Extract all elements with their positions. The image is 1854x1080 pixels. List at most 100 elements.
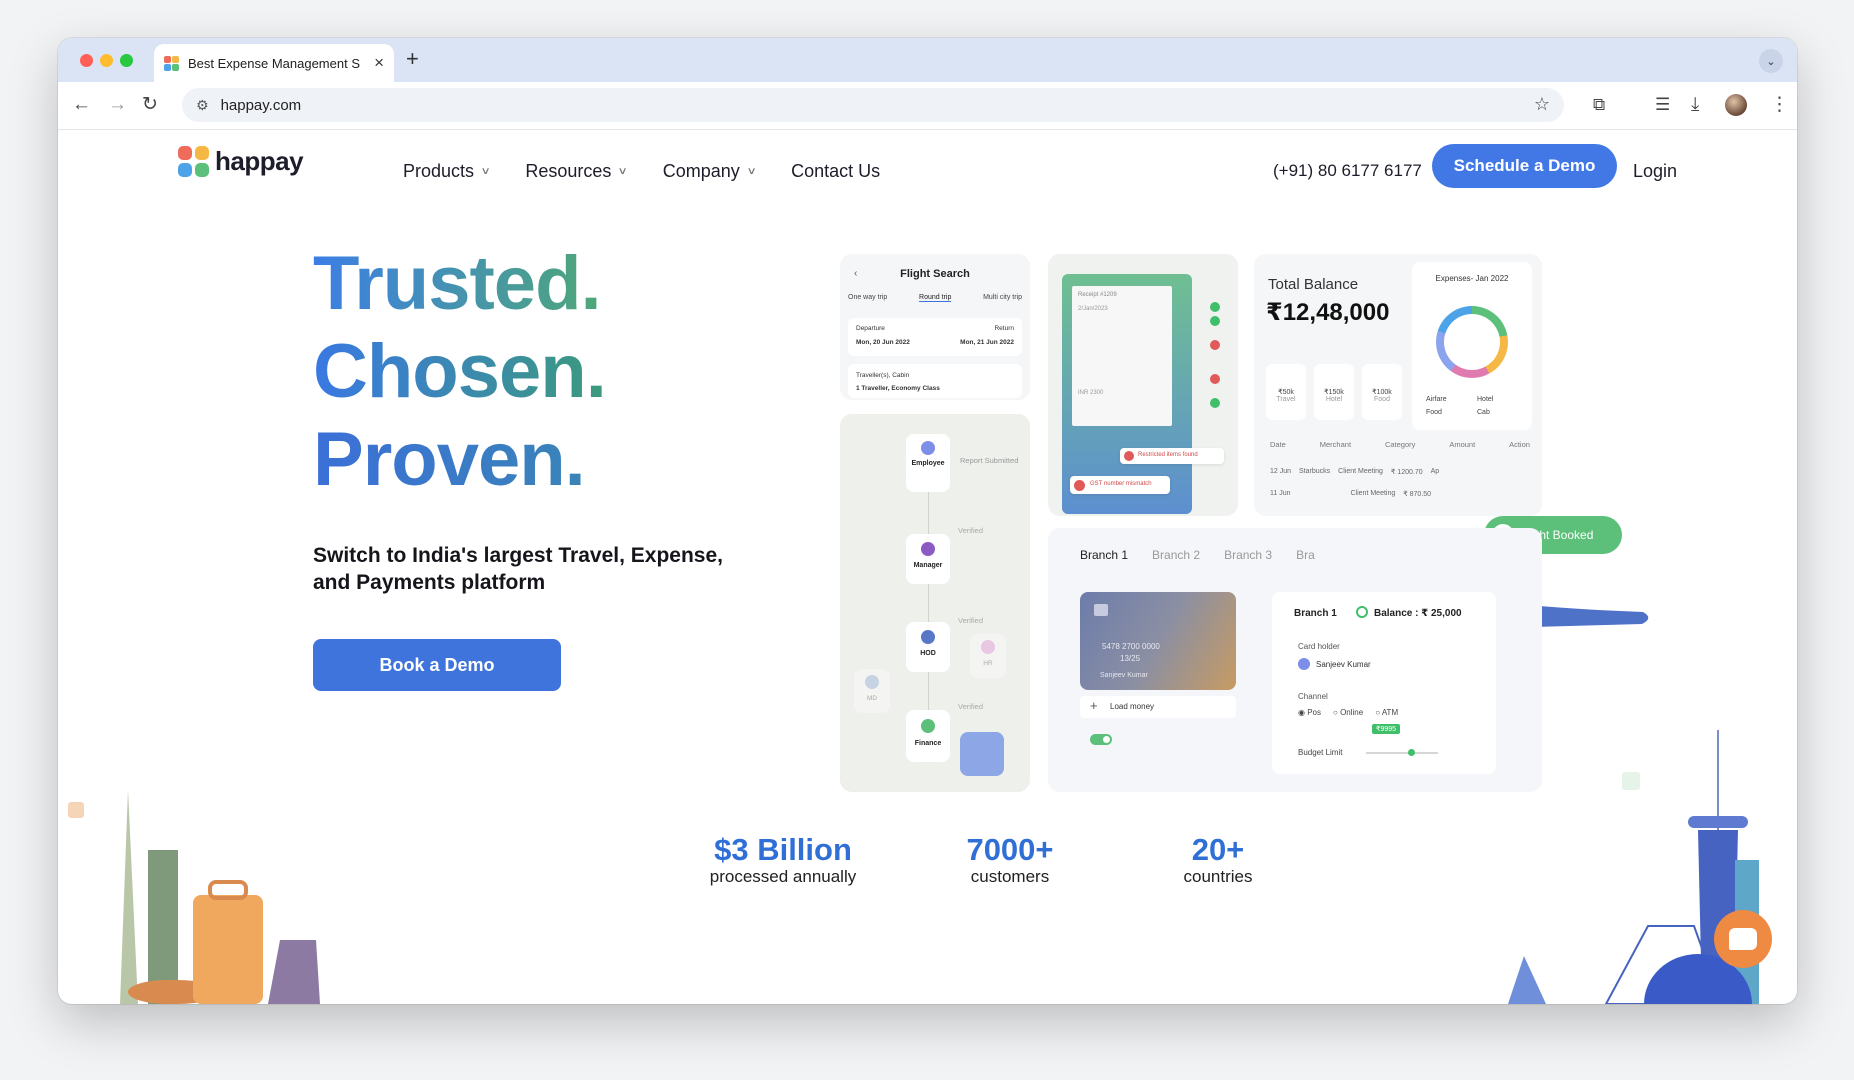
budget-slider[interactable]	[1366, 752, 1438, 754]
row-action: Ap	[1430, 468, 1440, 475]
total-balance-card: Total Balance ₹12,48,000 ₹50k Travel ₹150…	[1254, 254, 1542, 516]
receipt-number: Receipt #1209	[1078, 292, 1117, 298]
main-nav: Products ∨ Resources ∨ Company ∨ Contact Us	[403, 161, 880, 182]
alert-text: Restricted items found	[1138, 452, 1198, 458]
url-text: happay.com	[220, 96, 302, 114]
column-header: Action	[1509, 440, 1530, 449]
download-icon[interactable]: ⤓	[1691, 93, 1699, 117]
alert-gst-mismatch: GST number mismatch	[1070, 476, 1170, 494]
browser-tab[interactable]: Best Expense Management S ×	[154, 44, 394, 82]
corporate-card-image: 5478 2700 0000 13/25 Sanjeev Kumar	[1080, 592, 1236, 690]
stat-processed: $3 Billion processed annually	[708, 834, 858, 888]
nav-label: Company	[662, 161, 740, 181]
login-link[interactable]: Login	[1633, 161, 1677, 182]
zoom-window-button[interactable]	[120, 54, 133, 67]
traveller-field[interactable]: Traveller(s), Cabin 1 Traveller, Economy…	[848, 364, 1022, 398]
date-fields[interactable]: Departure Mon, 20 Jun 2022 Return Mon, 2…	[848, 318, 1022, 356]
close-tab-icon[interactable]: ×	[374, 53, 384, 73]
city-illustration-left	[68, 790, 320, 1004]
check-icon	[1210, 302, 1220, 312]
tab-branch-4[interactable]: Bra	[1296, 548, 1315, 562]
tab-branch-3[interactable]: Branch 3	[1224, 548, 1272, 562]
plus-icon: +	[1090, 698, 1098, 713]
check-icon	[1210, 398, 1220, 408]
tab-branch-1[interactable]: Branch 1	[1080, 548, 1128, 562]
traveller-value: 1 Traveller, Economy Class	[856, 385, 940, 392]
new-tab-icon[interactable]: +	[406, 46, 419, 72]
profile-avatar[interactable]	[1725, 94, 1747, 116]
hero-subtitle: Switch to India's largest Travel, Expens…	[313, 544, 723, 594]
close-window-button[interactable]	[80, 54, 93, 67]
return-label: Return	[994, 325, 1014, 332]
bookmark-star-icon[interactable]: ☆	[1534, 94, 1550, 115]
md-avatar	[865, 675, 879, 689]
flight-search-title: Flight Search	[900, 268, 970, 280]
stat-label: countries	[1183, 867, 1253, 886]
book-demo-button[interactable]: Book a Demo	[313, 639, 561, 691]
chat-widget-button[interactable]	[1714, 910, 1772, 968]
expenses-chart-title: Expenses- Jan 2022	[1435, 274, 1509, 283]
back-icon[interactable]: ←	[72, 93, 91, 117]
channel-online-radio[interactable]: ○ Online	[1333, 708, 1363, 717]
hero-headline: Trusted. Chosen. Proven.	[313, 240, 607, 504]
load-money-button[interactable]: + Load money	[1080, 696, 1236, 718]
tab-branch-2[interactable]: Branch 2	[1152, 548, 1200, 562]
workflow-line	[928, 464, 929, 744]
report-submitted-text: Report Submitted	[960, 456, 1019, 465]
load-money-label: Load money	[1110, 702, 1155, 711]
forward-icon[interactable]: →	[108, 93, 127, 117]
menu-icon[interactable]: ⋮	[1770, 93, 1789, 117]
nav-company[interactable]: Company ∨	[662, 161, 757, 182]
receipt-paper: Receipt #1209 2/Jan/2023 INR 2300	[1072, 286, 1172, 426]
nav-products[interactable]: Products ∨	[403, 161, 491, 182]
total-balance-title: Total Balance	[1268, 276, 1359, 293]
trip-type-tab[interactable]: Multi city trip	[983, 294, 1022, 302]
expenses-legend: Airfare Hotel Food Cab	[1426, 396, 1522, 416]
channel-atm-radio[interactable]: ○ ATM	[1375, 708, 1398, 717]
warning-icon	[1124, 451, 1134, 461]
chat-bubble-icon	[1729, 928, 1757, 950]
channel-pos-radio[interactable]: ◉ Pos	[1298, 708, 1321, 717]
minimize-window-button[interactable]	[100, 54, 113, 67]
table-row: 11 Jun Client Meeting ₹ 870.50	[1270, 490, 1470, 498]
trip-type-tab[interactable]: Round trip	[919, 294, 952, 302]
nav-contact-us[interactable]: Contact Us	[791, 161, 880, 182]
workflow-step-employee: Employee	[906, 434, 950, 492]
category-value: ₹50k	[1278, 389, 1294, 396]
site-info-icon[interactable]: ⚙	[196, 97, 209, 114]
workflow-step-hr: HR	[970, 634, 1006, 678]
stat-customers: 7000+ customers	[950, 834, 1070, 888]
reload-icon[interactable]: ↻	[142, 93, 158, 117]
error-icon	[1210, 340, 1220, 350]
tab-title: Best Expense Management S	[188, 55, 360, 71]
card-toggle[interactable]	[1090, 734, 1112, 745]
channel-label: Online	[1340, 708, 1364, 717]
column-header: Amount	[1449, 440, 1476, 449]
stat-countries: 20+ countries	[1168, 834, 1268, 888]
check-icon	[1210, 316, 1220, 326]
phone-number[interactable]: (+91) 80 6177 6177	[1273, 161, 1422, 181]
schedule-demo-button[interactable]: Schedule a Demo	[1432, 144, 1617, 188]
expenses-donut-panel: Expenses- Jan 2022 Airfare Hotel Food Ca…	[1412, 262, 1532, 430]
total-balance-amount: ₹12,48,000	[1266, 299, 1390, 326]
nav-label: Contact Us	[791, 161, 881, 181]
reading-list-icon[interactable]: ☰	[1655, 93, 1670, 117]
channel-label: Pos	[1307, 708, 1321, 717]
tab-search-icon[interactable]: ⌄	[1759, 49, 1783, 73]
branch-tabs: Branch 1 Branch 2 Branch 3 Bra	[1080, 548, 1315, 562]
card-number: 5478 2700 0000	[1102, 642, 1160, 651]
trip-type-tab[interactable]: One way trip	[848, 294, 887, 302]
budget-slider-handle[interactable]	[1408, 749, 1415, 756]
departure-date: Mon, 20 Jun 2022	[856, 339, 910, 346]
browser-window: Best Expense Management S × + ⌄ ← → ↻ ⚙ …	[58, 38, 1797, 1004]
extensions-icon[interactable]: ⧉	[1593, 93, 1605, 117]
branch-balance: Balance : ₹ 25,000	[1374, 608, 1462, 619]
row-category: Client Meeting	[1350, 490, 1396, 497]
budget-limit-label: Budget Limit	[1298, 748, 1343, 757]
happay-logo[interactable]: happay	[178, 146, 304, 177]
address-bar[interactable]: ⚙ happay.com ☆	[182, 88, 1564, 122]
alert-text: GST number mismatch	[1090, 481, 1152, 487]
return-date: Mon, 21 Jun 2022	[960, 339, 1014, 346]
nav-resources[interactable]: Resources ∨	[525, 161, 628, 182]
employee-avatar	[921, 441, 935, 455]
